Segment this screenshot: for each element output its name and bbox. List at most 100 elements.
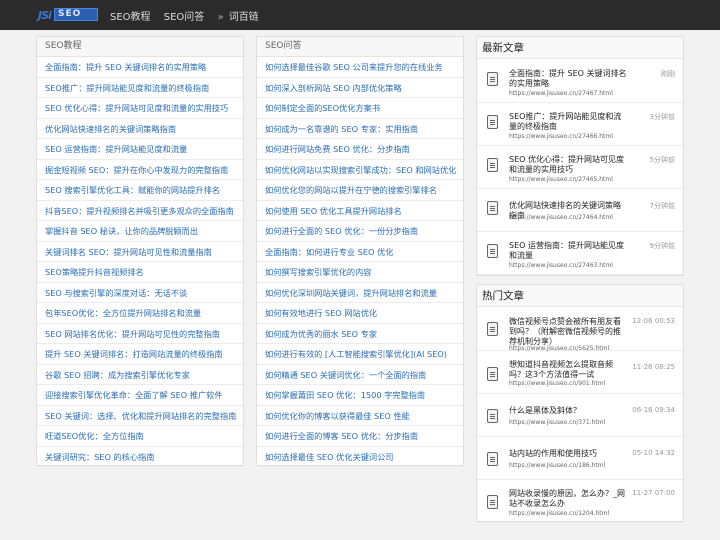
- article-title-link[interactable]: SEO 运营指南：提升网站能见度和流量: [509, 241, 627, 261]
- list-item: 如何深入剖析网站 SEO 内部优化策略: [257, 78, 463, 98]
- nav-item-seo-tutorial[interactable]: SEO教程: [110, 12, 151, 23]
- article-link[interactable]: 全面指南：如何进行专业 SEO 优化: [265, 247, 393, 257]
- article-link[interactable]: 如何深入剖析网站 SEO 内部优化策略: [265, 83, 402, 93]
- list-item: 抖音SEO：提升视频排名并吸引更多观众的全面指南: [37, 201, 243, 221]
- article-link[interactable]: 全面指南：提升 SEO 关键词排名的实用策略: [45, 62, 206, 72]
- document-icon: [487, 409, 498, 423]
- article-link[interactable]: 掌握抖音 SEO 秘诀，让你的品牌脱颖而出: [45, 226, 198, 236]
- list-item: 如何制定全面的SEO优化方案书: [257, 98, 463, 119]
- article-title-link[interactable]: SEO 优化心得：提升网站可见度和流量的实用技巧: [509, 155, 627, 175]
- article-link[interactable]: SEO推广：提升网站能见度和流量的终极指南: [45, 83, 209, 93]
- article-link[interactable]: 如何选择最佳谷歌 SEO 公司来提升您的在线业务: [265, 62, 443, 72]
- article-link[interactable]: SEO 优化心得：提升网站可见度和流量的实用技巧: [45, 103, 228, 113]
- list-item: 掌握抖音 SEO 秘诀，让你的品牌脱颖而出: [37, 221, 243, 242]
- article-link[interactable]: 如何成为优秀的丽水 SEO 专家: [265, 329, 377, 339]
- article-time: 11-27 07:00: [632, 489, 675, 497]
- nav-item-seo-qa[interactable]: SEO问答: [164, 12, 205, 23]
- article-title-link[interactable]: 什么是黑体及斜体？: [509, 406, 627, 416]
- article-link[interactable]: 如何使用 SEO 优化工具提升网站排名: [265, 206, 402, 216]
- article-row[interactable]: SEO推广：提升网站能见度和流量的终极指南 https://www.jisuseo…: [477, 103, 683, 146]
- article-row[interactable]: 网站收录慢的原因，怎么办？_网站不收录怎么办 https://www.jisuse…: [477, 480, 683, 523]
- article-link[interactable]: 如何精通 SEO 关键词优化：一个全面的指南: [265, 370, 426, 380]
- article-title-link[interactable]: 想知道抖音视频怎么提取音频吗？这3个方法值得一试: [509, 360, 627, 380]
- document-icon: [487, 367, 498, 381]
- seo-qa-panel: SEO问答 如何选择最佳谷歌 SEO 公司来提升您的在线业务 如何深入剖析网站 S…: [256, 36, 464, 467]
- article-time: 7分钟前: [649, 202, 675, 210]
- article-title-link[interactable]: 微信视频号点赞会被所有朋友看到吗？（附解密微信视频号的推荐机制分享）: [509, 317, 627, 347]
- article-link[interactable]: 如何成为一名靠谱的 SEO 专家：实用指南: [265, 124, 418, 134]
- article-link[interactable]: SEO 网站排名优化：提升网站可见性的完整指南: [45, 329, 220, 339]
- article-link[interactable]: 如何选择最佳 SEO 优化关键词公司: [265, 452, 393, 462]
- article-url: https://www.jisuseo.cn/186.html: [509, 462, 606, 469]
- article-link[interactable]: 包年SEO优化：全方位提升网站排名和流量: [45, 308, 201, 318]
- article-link[interactable]: 旺道SEO优化：全方位指南: [45, 431, 144, 441]
- document-icon: [487, 115, 498, 129]
- article-link[interactable]: 如何优化网站以实现搜索引擎成功：SEO 和网站优化: [265, 165, 456, 175]
- article-link[interactable]: 关键词排名 SEO：提升网站可见性和流量指南: [45, 247, 212, 257]
- article-link[interactable]: SEO 关键词：选择、优化和提升网站排名的完整指南: [45, 411, 236, 421]
- article-title-link[interactable]: 全面指南：提升 SEO 关键词排名的实用策略: [509, 69, 627, 89]
- document-icon: [487, 244, 498, 258]
- article-link[interactable]: SEO策略提升抖音视频排名: [45, 267, 144, 277]
- article-link[interactable]: 如何掌握莆田 SEO 优化：1500 字完整指南: [265, 390, 425, 400]
- list-item: SEO 运营指南：提升网站能见度和流量: [37, 139, 243, 160]
- panel-title: SEO教程: [37, 37, 243, 57]
- list-item: 如何进行网站免费 SEO 优化：分步指南: [257, 139, 463, 160]
- article-link[interactable]: 如何进行全面的 SEO 优化：一份分步指南: [265, 226, 418, 236]
- article-link[interactable]: 如何进行有效的 [人工智能搜索引擎优化](AI SEO): [265, 349, 447, 359]
- list-item: 包年SEO优化：全方位提升网站排名和流量: [37, 303, 243, 324]
- article-link[interactable]: SEO 运营指南：提升网站能见度和流量: [45, 144, 187, 154]
- article-link[interactable]: 掘金短视频 SEO：提升在你心中发现力的完整指南: [45, 165, 228, 175]
- list-item: 如何优化你的博客以获得最佳 SEO 性能: [257, 406, 463, 426]
- article-link[interactable]: 如何优化深圳网站关键词，提升网站排名和流量: [265, 288, 437, 298]
- nav-item-word-link[interactable]: 词百链: [229, 12, 259, 23]
- article-link[interactable]: 如何优化您的网站以提升在宁德的搜索引擎排名: [265, 185, 437, 195]
- article-link[interactable]: 抖音SEO：提升视频排名并吸引更多观众的全面指南: [45, 206, 234, 216]
- list-item: 优化网站快速排名的关键词策略指南: [37, 119, 243, 139]
- list-item: 如何有效地进行 SEO 网站优化: [257, 303, 463, 324]
- list-item: SEO 与搜索引擎的深度对话：无话不谈: [37, 283, 243, 303]
- article-link[interactable]: 迎接搜索引擎优化革命：全面了解 SEO 推广软件: [45, 390, 223, 400]
- article-link[interactable]: 提升 SEO 关键词排名：打造网站流量的终极指南: [45, 349, 223, 359]
- list-item: SEO 关键词：选择、优化和提升网站排名的完整指南: [37, 406, 243, 426]
- article-row[interactable]: SEO 运营指南：提升网站能见度和流量 https://www.jisuseo.c…: [477, 232, 683, 275]
- document-icon: [487, 201, 498, 215]
- article-link[interactable]: 如何有效地进行 SEO 网站优化: [265, 308, 377, 318]
- article-link[interactable]: 如何撰写搜索引擎优化的内容: [265, 267, 371, 277]
- article-link[interactable]: 如何进行网站免费 SEO 优化：分步指南: [265, 144, 410, 154]
- article-link[interactable]: SEO 搜索引擎优化工具：赋能你的网站提升排名: [45, 185, 220, 195]
- article-link[interactable]: 优化网站快速排名的关键词策略指南: [45, 124, 176, 134]
- article-row[interactable]: 想知道抖音视频怎么提取音频吗？这3个方法值得一试 https://www.jisu…: [477, 351, 683, 394]
- site-logo[interactable]: JSi SEO: [38, 8, 98, 22]
- article-link[interactable]: SEO 与搜索引擎的深度对话：无话不谈: [45, 288, 187, 298]
- article-row[interactable]: 站内站的作用和使用技巧 https://www.jisuseo.cn/186.ht…: [477, 437, 683, 480]
- article-link[interactable]: 如何进行全面的博客 SEO 优化：分步指南: [265, 431, 418, 441]
- article-row[interactable]: 什么是黑体及斜体？ https://www.jisuseo.cn/371.html…: [477, 394, 683, 437]
- list-item: 迎接搜索引擎优化革命：全面了解 SEO 推广软件: [37, 385, 243, 406]
- article-row[interactable]: 全面指南：提升 SEO 关键词排名的实用策略 https://www.jisuse…: [477, 60, 683, 103]
- list-item: 全面指南：如何进行专业 SEO 优化: [257, 242, 463, 262]
- article-link[interactable]: 谷歌 SEO 招聘：成为搜索引擎优化专家: [45, 370, 190, 380]
- article-link[interactable]: 关键词研究：SEO 的核心指南: [45, 452, 154, 462]
- list-item: 全面指南：提升 SEO 关键词排名的实用策略: [37, 57, 243, 78]
- article-row[interactable]: 优化网站快速排名的关键词策略指南 https://www.jisuseo.cn/2…: [477, 189, 683, 232]
- list-item: 旺道SEO优化：全方位指南: [37, 426, 243, 447]
- list-item: 关键词排名 SEO：提升网站可见性和流量指南: [37, 242, 243, 262]
- list-item: 如何掌握莆田 SEO 优化：1500 字完整指南: [257, 385, 463, 406]
- article-time: 3分钟前: [649, 113, 675, 121]
- list-item: 如何优化网站以实现搜索引擎成功：SEO 和网站优化: [257, 160, 463, 180]
- article-title-link[interactable]: 网站收录慢的原因，怎么办？_网站不收录怎么办: [509, 489, 627, 509]
- list-item: SEO 网站排名优化：提升网站可见性的完整指南: [37, 324, 243, 344]
- article-link[interactable]: 如何优化你的博客以获得最佳 SEO 性能: [265, 411, 410, 421]
- article-title-link[interactable]: SEO推广：提升网站能见度和流量的终极指南: [509, 112, 627, 132]
- list-item: 如何成为优秀的丽水 SEO 专家: [257, 324, 463, 344]
- article-row[interactable]: SEO 优化心得：提升网站可见度和流量的实用技巧 https://www.jisu…: [477, 146, 683, 189]
- article-time: 05-10 14:32: [632, 449, 675, 457]
- article-link[interactable]: 如何制定全面的SEO优化方案书: [265, 103, 380, 113]
- article-title-link[interactable]: 站内站的作用和使用技巧: [509, 449, 627, 459]
- article-list: 如何选择最佳谷歌 SEO 公司来提升您的在线业务 如何深入剖析网站 SEO 内部优…: [257, 57, 463, 467]
- list-item: 如何选择最佳谷歌 SEO 公司来提升您的在线业务: [257, 57, 463, 78]
- article-row[interactable]: 微信视频号点赞会被所有朋友看到吗？（附解密微信视频号的推荐机制分享） https:…: [477, 308, 683, 352]
- article-time: 06-16 09:34: [632, 406, 675, 414]
- list-item: SEO推广：提升网站能见度和流量的终极指南: [37, 78, 243, 98]
